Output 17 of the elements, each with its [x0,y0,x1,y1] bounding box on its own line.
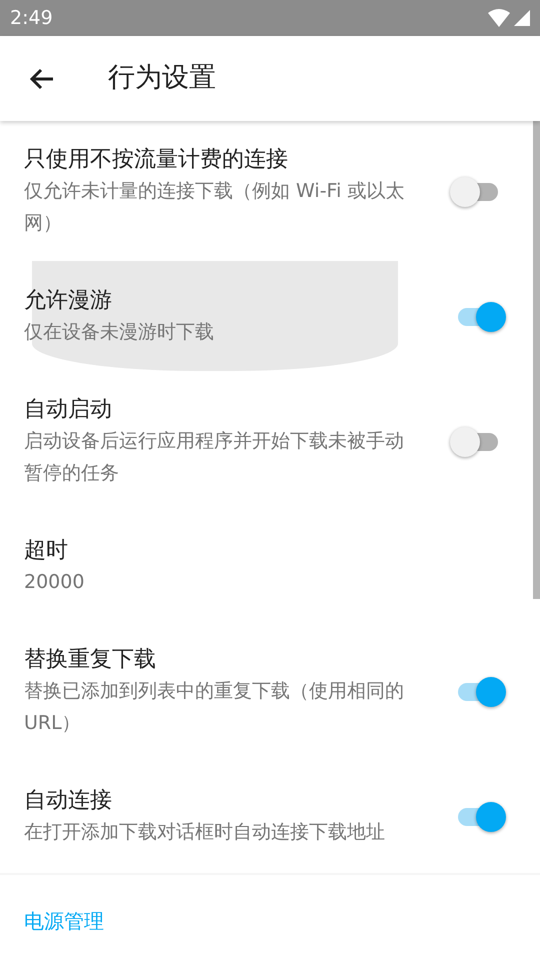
setting-summary: 在打开添加下载对话框时自动连接下载地址 [24,820,386,845]
screen-title: 行为设置 [108,61,216,96]
setting-summary: 仅在设备未漫游时下载 [24,320,215,345]
setting-title: 自动连接 [24,787,113,815]
setting-summary: 替换已添加到列表中的重复下载（使用相同的 URL） [24,679,405,736]
setting-summary: 20000 [24,570,86,595]
status-time: 2:49 [10,6,53,31]
setting-title: 超时 [24,537,69,565]
signal-icon [514,10,530,26]
setting-title: 替换重复下载 [24,646,157,674]
wifi-icon [488,9,510,27]
setting-title: 允许漫游 [24,287,113,315]
setting-summary: 仅允许未计量的连接下载（例如 Wi-Fi 或以太网） [24,179,406,236]
setting-summary: 启动设备后运行应用程序并开始下载未被手动暂停的任务 [24,429,405,486]
setting-title: 只使用不按流量计费的连接 [24,146,289,174]
category-header: 电源管理 [23,908,105,935]
setting-title: 自动启动 [24,396,113,424]
